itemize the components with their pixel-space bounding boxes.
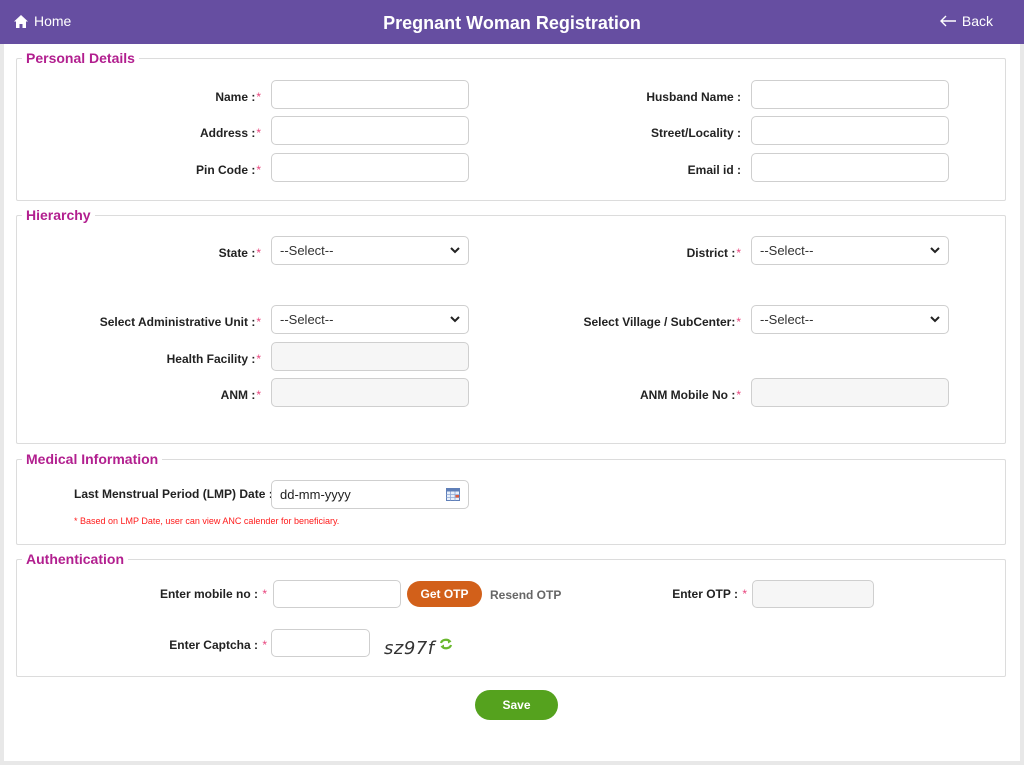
district-label: District :* bbox=[686, 246, 741, 260]
mobile-no-label: Enter mobile no : * bbox=[159, 587, 267, 601]
get-otp-button[interactable]: Get OTP bbox=[407, 581, 482, 607]
chevron-down-icon bbox=[930, 247, 940, 254]
back-link[interactable]: Back bbox=[939, 13, 993, 29]
lmp-date-placeholder: dd-mm-yyyy bbox=[280, 487, 351, 502]
chevron-down-icon bbox=[450, 247, 460, 254]
village-label: Select Village / SubCenter:* bbox=[583, 315, 742, 329]
refresh-captcha-icon[interactable] bbox=[439, 637, 453, 651]
health-facility-label: Health Facility :* bbox=[166, 352, 261, 366]
district-selected-value: --Select-- bbox=[760, 243, 814, 258]
chevron-down-icon bbox=[450, 316, 460, 323]
state-select[interactable]: --Select-- bbox=[271, 236, 469, 265]
street-label: Street/Locality : bbox=[650, 126, 741, 140]
otp-input bbox=[752, 580, 874, 608]
admin-unit-selected-value: --Select-- bbox=[280, 312, 334, 327]
anm-mobile-label: ANM Mobile No :* bbox=[640, 388, 741, 402]
section-title: Medical Information bbox=[26, 451, 159, 467]
email-input[interactable] bbox=[751, 153, 949, 182]
save-button[interactable]: Save bbox=[475, 690, 558, 720]
village-selected-value: --Select-- bbox=[760, 312, 814, 327]
calendar-icon[interactable] bbox=[446, 488, 460, 501]
street-input[interactable] bbox=[751, 116, 949, 145]
lmp-note: * Based on LMP Date, user can view ANC c… bbox=[74, 516, 340, 526]
state-selected-value: --Select-- bbox=[280, 243, 334, 258]
admin-unit-label: Select Administrative Unit :* bbox=[99, 315, 261, 329]
captcha-input[interactable] bbox=[271, 629, 370, 657]
name-label: Name :* bbox=[215, 90, 261, 104]
section-title: Hierarchy bbox=[26, 207, 91, 223]
anm-mobile-input bbox=[751, 378, 949, 407]
district-select[interactable]: --Select-- bbox=[751, 236, 949, 265]
admin-unit-select[interactable]: --Select-- bbox=[271, 305, 469, 334]
resend-otp-link[interactable]: Resend OTP bbox=[490, 588, 561, 602]
lmp-date-input[interactable]: dd-mm-yyyy bbox=[271, 480, 469, 509]
anm-input bbox=[271, 378, 469, 407]
section-title: Personal Details bbox=[26, 50, 135, 66]
otp-label: Enter OTP : * bbox=[672, 587, 747, 601]
authentication-section: Authentication bbox=[16, 551, 1006, 677]
husband-name-input[interactable] bbox=[751, 80, 949, 109]
health-facility-input bbox=[271, 342, 469, 371]
pincode-label: Pin Code :* bbox=[195, 163, 261, 177]
home-icon bbox=[14, 14, 28, 28]
anm-label: ANM :* bbox=[220, 388, 261, 402]
mobile-no-input[interactable] bbox=[273, 580, 401, 608]
chevron-down-icon bbox=[930, 316, 940, 323]
pincode-input[interactable] bbox=[271, 153, 469, 182]
address-input[interactable] bbox=[271, 116, 469, 145]
captcha-label: Enter Captcha : * bbox=[169, 638, 267, 652]
arrow-left-icon bbox=[939, 15, 956, 27]
email-label: Email id : bbox=[687, 163, 741, 177]
husband-name-label: Husband Name : bbox=[646, 90, 741, 104]
village-select[interactable]: --Select-- bbox=[751, 305, 949, 334]
section-title: Authentication bbox=[26, 551, 124, 567]
lmp-date-label: Last Menstrual Period (LMP) Date : bbox=[74, 487, 273, 501]
address-label: Address :* bbox=[199, 126, 261, 140]
page-title: Pregnant Woman Registration bbox=[383, 13, 641, 33]
state-label: State :* bbox=[218, 246, 261, 260]
captcha-image: sz97f bbox=[384, 638, 435, 659]
home-link[interactable]: Home bbox=[13, 13, 71, 29]
back-label: Back bbox=[961, 13, 993, 29]
name-input[interactable] bbox=[271, 80, 469, 109]
home-label: Home bbox=[34, 13, 72, 29]
header-bar: Home Pregnant Woman Registration Back bbox=[0, 0, 1024, 44]
